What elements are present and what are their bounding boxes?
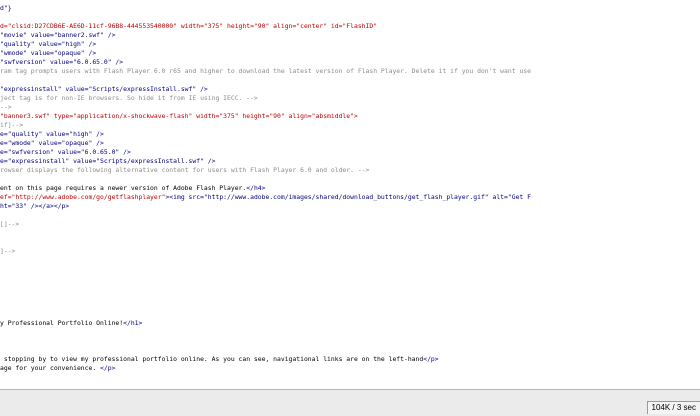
code-tag: "banner3.swf" type="application/x-shockw… xyxy=(0,112,358,120)
code-tag: "wmode" value="opaque" /> xyxy=(0,49,97,57)
code-comment: []--> xyxy=(0,220,20,228)
code-line: "banner3.swf" type="application/x-shockw… xyxy=(0,112,358,121)
status-bar: 104K / 3 sec xyxy=(0,390,700,416)
code-line: "wmode" value="opaque" /> xyxy=(0,49,96,58)
code-line: e="wmode" value="opaque" /> xyxy=(0,139,104,148)
code-tag: "movie" value="banner2.swf" /> xyxy=(0,31,116,39)
code-text: age for your convenience. xyxy=(0,364,101,372)
code-line: d"} xyxy=(0,4,12,13)
code-comment: ject tag is for non-IE browsers. So hide… xyxy=(0,94,258,102)
code-tag: d"} xyxy=(0,4,12,12)
code-line: ef="http://www.adobe.com/go/getflashplay… xyxy=(0,193,531,202)
code-line: ht="33" /></a></p> xyxy=(0,202,69,211)
code-tag: </p> xyxy=(100,364,116,372)
code-line: []--> xyxy=(0,220,19,229)
code-tag: "quality" value="high" /> xyxy=(0,40,97,48)
code-comment: --> xyxy=(0,103,12,111)
code-line: "swfversion" value="6.0.65.0" /> xyxy=(0,58,123,67)
download-size-readout: 104K / 3 sec xyxy=(646,401,700,414)
code-line: age for your convenience. </p> xyxy=(0,364,115,373)
code-text: ent on this page requires a newer versio… xyxy=(0,184,247,192)
code-line: stopping by to view my professional port… xyxy=(0,355,439,364)
code-tag: ht="33" /></a></p> xyxy=(0,202,70,210)
code-text: stopping by to view my professional port… xyxy=(0,355,424,363)
code-tag: e="wmode" value="opaque" /> xyxy=(0,139,104,147)
code-line: "expressinstall" value="Scripts/expressI… xyxy=(0,85,208,94)
code-tag: ef="http://www.adobe.com/go/getflashplay… xyxy=(0,193,166,201)
code-tag: d="clsid:D27CDB6E-AE6D-11cf-96B8-4445535… xyxy=(0,22,378,30)
code-comment: if]--> xyxy=(0,121,24,129)
code-line: e="quality" value="high" /> xyxy=(0,130,104,139)
code-line: e="expressinstall" value="Scripts/expres… xyxy=(0,157,215,166)
code-text: y Professional Portfolio Online! xyxy=(0,319,124,327)
code-comment: ram tag prompts users with Flash Player … xyxy=(0,67,531,75)
code-line: rowser displays the following alternativ… xyxy=(0,166,369,175)
code-tag: "expressinstall" value="Scripts/expressI… xyxy=(0,85,208,93)
code-tag: </p> xyxy=(423,355,439,363)
code-editor[interactable]: d"} d="clsid:D27CDB6E-AE6D-11cf-96B8-4445… xyxy=(0,0,700,388)
code-line: y Professional Portfolio Online!</h1> xyxy=(0,319,142,328)
code-tag: "swfversion" value="6.0.65.0" /> xyxy=(0,58,124,66)
code-line: "movie" value="banner2.swf" /> xyxy=(0,31,115,40)
code-line: ject tag is for non-IE browsers. So hide… xyxy=(0,94,258,103)
code-line: "quality" value="high" /> xyxy=(0,40,96,49)
code-line: --> xyxy=(0,103,12,112)
code-tag: </h1> xyxy=(123,319,143,327)
code-line: e="swfversion" value="6.0.65.0" /> xyxy=(0,148,131,157)
code-tag: </h4> xyxy=(246,184,266,192)
code-comment: ]--> xyxy=(0,247,16,255)
code-tag: e="quality" value="high" /> xyxy=(0,130,104,138)
code-line: if]--> xyxy=(0,121,23,130)
code-line: ram tag prompts users with Flash Player … xyxy=(0,67,531,76)
code-line: ent on this page requires a newer versio… xyxy=(0,184,266,193)
code-tag: ><img src="http://www.adobe.com/images/s… xyxy=(165,193,531,201)
code-tag: e="swfversion" value="6.0.65.0" /> xyxy=(0,148,131,156)
code-tag: e="expressinstall" value="Scripts/expres… xyxy=(0,157,216,165)
code-line: ]--> xyxy=(0,247,15,256)
code-comment: rowser displays the following alternativ… xyxy=(0,166,370,174)
code-line: d="clsid:D27CDB6E-AE6D-11cf-96B8-4445535… xyxy=(0,22,377,31)
